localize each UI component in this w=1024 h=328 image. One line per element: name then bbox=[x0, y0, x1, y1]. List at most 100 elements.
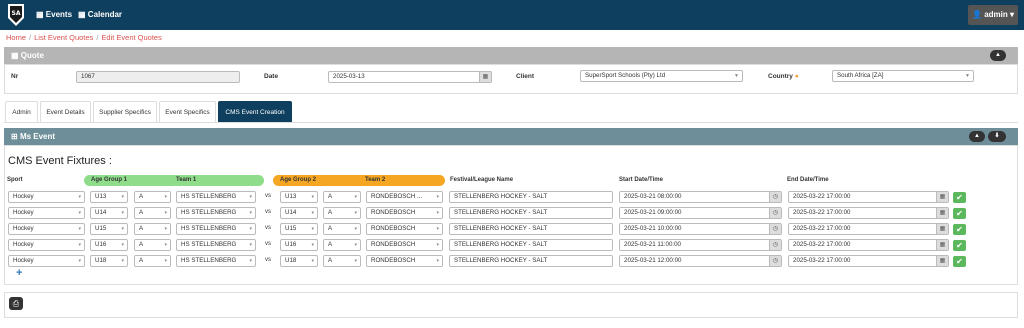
team-2-select[interactable]: RONDEBOSCH ▾ bbox=[366, 207, 443, 219]
festival-input[interactable]: STELLENBERG HOCKEY - SALT bbox=[449, 255, 613, 267]
confirm-fixture-button[interactable]: ✔ bbox=[953, 208, 966, 219]
nav-calendar[interactable]: ▦ Calendar bbox=[78, 10, 122, 19]
clock-icon[interactable]: ◷ bbox=[769, 192, 781, 202]
division-1-select[interactable]: A ▾ bbox=[134, 207, 171, 219]
age-group-2-select[interactable]: U13 ▾ bbox=[280, 191, 318, 203]
calendar-icon[interactable]: ▦ bbox=[936, 256, 948, 266]
collapse-ms-event-button[interactable]: ▲ bbox=[969, 131, 985, 142]
team-2-select[interactable]: RONDEBOSCH ▾ bbox=[366, 223, 443, 235]
sport-select[interactable]: Hockey ▾ bbox=[8, 207, 85, 219]
age-group-2-select[interactable]: U16 ▾ bbox=[280, 239, 318, 251]
sport-header: Sport bbox=[7, 177, 23, 183]
caret-down-icon: ▾ bbox=[164, 258, 167, 264]
sport-select[interactable]: Hockey ▾ bbox=[8, 255, 85, 267]
calendar-icon[interactable]: ▦ bbox=[936, 192, 948, 202]
brand-logo[interactable]: SA bbox=[6, 2, 26, 28]
end-datetime-input[interactable]: 2025-03-22 17:00:00 ▦ bbox=[788, 239, 949, 251]
age-group-2-select[interactable]: U18 ▾ bbox=[280, 255, 318, 267]
team-2-header: Team 2 bbox=[365, 177, 386, 183]
age-group-1-select[interactable]: U18 ▾ bbox=[90, 255, 128, 267]
division-2-select[interactable]: A ▾ bbox=[323, 239, 361, 251]
age-group-2-select[interactable]: U15 ▾ bbox=[280, 223, 318, 235]
festival-input[interactable]: STELLENBERG HOCKEY - SALT bbox=[449, 239, 613, 251]
age-group-1-select[interactable]: U13 ▾ bbox=[90, 191, 128, 203]
quote-title: Quote bbox=[20, 51, 44, 60]
age-group-1-select[interactable]: U14 ▾ bbox=[90, 207, 128, 219]
tab-supplier-specifics[interactable]: Supplier Specifics bbox=[93, 101, 157, 122]
ms-event-title: Ms Event bbox=[19, 132, 56, 141]
end-datetime-input[interactable]: 2025-03-22 17:00:00 ▦ bbox=[788, 207, 949, 219]
admin-menu-button[interactable]: 👤 admin ▾ bbox=[968, 5, 1018, 25]
calendar-icon[interactable]: ▦ bbox=[936, 208, 948, 218]
calendar-icon[interactable]: ▦ bbox=[936, 224, 948, 234]
breadcrumb-edit-quotes[interactable]: Edit Event Quotes bbox=[101, 33, 161, 42]
nav-events[interactable]: ▦ Events bbox=[36, 10, 72, 19]
team-1-select[interactable]: HS STELLENBERG ▾ bbox=[176, 223, 256, 235]
calendar-icon[interactable]: ▦ bbox=[479, 72, 491, 82]
print-button[interactable]: ⎙ bbox=[9, 297, 23, 310]
team-1-select[interactable]: HS STELLENBERG ▾ bbox=[176, 255, 256, 267]
age-group-1-select[interactable]: U15 ▾ bbox=[90, 223, 128, 235]
clock-icon[interactable]: ◷ bbox=[769, 208, 781, 218]
quote-panel-header: ▦ Quote ▲ bbox=[4, 47, 1018, 64]
team-1-select[interactable]: HS STELLENBERG ▾ bbox=[176, 239, 256, 251]
tab-event-specifics[interactable]: Event Specifics bbox=[159, 101, 216, 122]
age-group-1-select[interactable]: U16 ▾ bbox=[90, 239, 128, 251]
confirm-fixture-button[interactable]: ✔ bbox=[953, 192, 966, 203]
client-select[interactable]: SuperSport Schools (Pty) Ltd ▼ bbox=[580, 70, 743, 82]
caret-down-icon: ▾ bbox=[249, 242, 252, 248]
team-2-select[interactable]: RONDEBOSCH ... ▾ bbox=[366, 191, 443, 203]
breadcrumb-list-quotes[interactable]: List Event Quotes bbox=[34, 33, 93, 42]
start-datetime-input[interactable]: 2025-03-21 09:00:00 ◷ bbox=[619, 207, 782, 219]
team-2-select[interactable]: RONDEBOSCH ▾ bbox=[366, 239, 443, 251]
country-select[interactable]: South Africa [ZA] ▼ bbox=[832, 70, 974, 82]
confirm-fixture-button[interactable]: ✔ bbox=[953, 224, 966, 235]
start-datetime-input-value: 2025-03-21 11:00:00 bbox=[624, 241, 681, 248]
add-fixture-button[interactable]: + bbox=[16, 267, 22, 279]
tab-event-details[interactable]: Event Details bbox=[40, 101, 91, 122]
start-datetime-input[interactable]: 2025-03-21 12:00:00 ◷ bbox=[619, 255, 782, 267]
team-1-select[interactable]: HS STELLENBERG ▾ bbox=[176, 207, 256, 219]
breadcrumb-home[interactable]: Home bbox=[6, 33, 26, 42]
start-datetime-input[interactable]: 2025-03-21 11:00:00 ◷ bbox=[619, 239, 782, 251]
end-datetime-input[interactable]: 2025-03-22 17:00:00 ▦ bbox=[788, 191, 949, 203]
division-1-select[interactable]: A ▾ bbox=[134, 255, 171, 267]
division-2-select[interactable]: A ▾ bbox=[323, 223, 361, 235]
collapse-quote-button[interactable]: ▲ bbox=[990, 50, 1006, 61]
end-datetime-input[interactable]: 2025-03-22 17:00:00 ▦ bbox=[788, 255, 949, 267]
division-2-select[interactable]: A ▾ bbox=[323, 207, 361, 219]
confirm-fixture-button[interactable]: ✔ bbox=[953, 240, 966, 251]
sport-select[interactable]: Hockey ▾ bbox=[8, 223, 85, 235]
start-datetime-input[interactable]: 2025-03-21 08:00:00 ◷ bbox=[619, 191, 782, 203]
clock-icon[interactable]: ◷ bbox=[769, 256, 781, 266]
calendar-icon[interactable]: ▦ bbox=[936, 240, 948, 250]
sport-select[interactable]: Hockey ▾ bbox=[8, 239, 85, 251]
caret-down-icon: ▾ bbox=[164, 226, 167, 232]
start-datetime-input[interactable]: 2025-03-21 10:00:00 ◷ bbox=[619, 223, 782, 235]
caret-down-icon: ▾ bbox=[311, 258, 314, 264]
vs-label: vs bbox=[265, 257, 271, 263]
tab-admin[interactable]: Admin bbox=[5, 101, 38, 122]
division-2-select[interactable]: A ▾ bbox=[323, 255, 361, 267]
division-1-select[interactable]: A ▾ bbox=[134, 223, 171, 235]
caret-down-icon: ▾ bbox=[311, 210, 314, 216]
division-2-select[interactable]: A ▾ bbox=[323, 191, 361, 203]
confirm-fixture-button[interactable]: ✔ bbox=[953, 256, 966, 267]
festival-input[interactable]: STELLENBERG HOCKEY - SALT bbox=[449, 191, 613, 203]
sport-select[interactable]: Hockey ▾ bbox=[8, 191, 85, 203]
division-1-select[interactable]: A ▾ bbox=[134, 191, 171, 203]
team-1-select[interactable]: HS STELLENBERG ▾ bbox=[176, 191, 256, 203]
division-1-select[interactable]: A ▾ bbox=[134, 239, 171, 251]
division-1-select-value: A bbox=[139, 193, 144, 200]
download-button[interactable]: ⬇ bbox=[988, 131, 1006, 142]
clock-icon[interactable]: ◷ bbox=[769, 224, 781, 234]
age-group-2-select[interactable]: U14 ▾ bbox=[280, 207, 318, 219]
caret-down-icon: ▾ bbox=[78, 226, 81, 232]
clock-icon[interactable]: ◷ bbox=[769, 240, 781, 250]
tab-cms-event-creation[interactable]: CMS Event Creation bbox=[218, 101, 292, 122]
festival-input[interactable]: STELLENBERG HOCKEY - SALT bbox=[449, 207, 613, 219]
end-datetime-input[interactable]: 2025-03-22 17:00:00 ▦ bbox=[788, 223, 949, 235]
date-field[interactable]: 2025-03-13 ▦ bbox=[328, 71, 492, 83]
festival-input[interactable]: STELLENBERG HOCKEY - SALT bbox=[449, 223, 613, 235]
team-2-select[interactable]: RONDEBOSCH ▾ bbox=[366, 255, 443, 267]
